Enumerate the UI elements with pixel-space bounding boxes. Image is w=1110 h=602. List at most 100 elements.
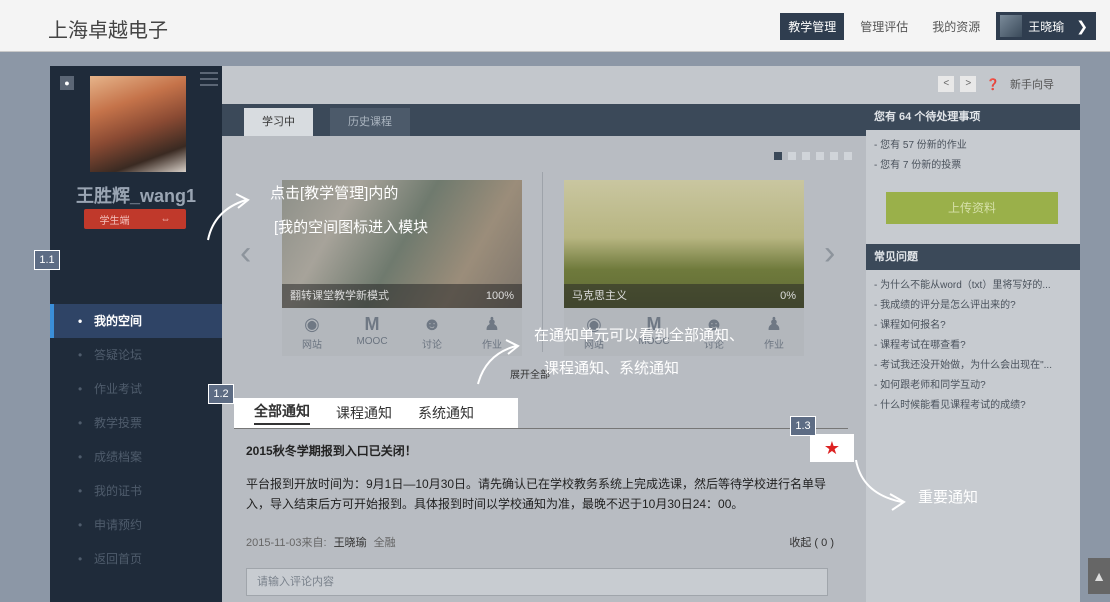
upload-button[interactable]: 上传资料 <box>886 192 1058 224</box>
notice-meta: 2015-11-03来自: 王晓瑜 全融 <box>246 534 396 550</box>
people-icon: ☻ <box>422 314 442 334</box>
annotation-1-1: 1.1 <box>34 250 60 270</box>
mooc-label: MOOC <box>356 336 388 347</box>
faq-item[interactable]: - 考试我还没开始做，为什么会出现在"... <box>874 356 1072 376</box>
faq-item[interactable]: - 课程如何报名? <box>874 316 1072 336</box>
carousel-dot[interactable] <box>788 152 796 160</box>
tab-system-notices[interactable]: 系统通知 <box>418 403 474 423</box>
homework-button[interactable]: ♟ 作业 <box>467 314 517 351</box>
user-icon: ♟ <box>765 314 783 334</box>
notice-body: 平台报到开放时间为：9月1日—10月30日。请先确认已在学校教务系统上完成选课，… <box>246 477 827 511</box>
tab-studying[interactable]: 学习中 <box>244 108 313 136</box>
course-progress: 0% <box>780 290 796 302</box>
help-icon[interactable]: ❓ <box>986 78 1000 91</box>
discuss-button[interactable]: ☻ 讨论 <box>407 314 457 351</box>
notice-title[interactable]: 2015秋冬学期报到入口已关闭！ <box>246 442 417 459</box>
nav-my-resources[interactable]: 我的资源 <box>924 13 988 40</box>
collapse-button[interactable]: 收起 ( 0 ) <box>789 534 834 550</box>
user-avatar <box>1000 15 1023 37</box>
chevron-down-icon: ❯ <box>1076 17 1088 34</box>
course-tabs: 学习中 历史课程 <box>222 104 866 136</box>
sidebar: ● 王胜辉_wang1 学生端 ⇔ 我的空间 答疑论坛 作业考试 教学投票 成绩… <box>50 66 222 602</box>
mooc-button[interactable]: M MOOC <box>347 314 397 351</box>
annotation-text-1a: 点击[教学管理]内的 <box>270 185 399 202</box>
carousel-next-icon[interactable]: › <box>824 234 835 273</box>
carousel-dots <box>774 152 852 160</box>
faq-item[interactable]: - 课程考试在哪查看? <box>874 336 1072 356</box>
carousel-dot[interactable] <box>802 152 810 160</box>
homework-label: 作业 <box>482 340 502 351</box>
globe-icon: ◉ <box>304 314 320 334</box>
annotation-1-2: 1.2 <box>208 384 234 404</box>
guide-link[interactable]: 新手向导 <box>1010 76 1054 92</box>
tab-course-notices[interactable]: 课程通知 <box>336 403 392 423</box>
faq-title: 常见问题 <box>866 244 1080 270</box>
sidebar-item-home[interactable]: 返回首页 <box>50 542 222 576</box>
pending-title: 您有 64 个待处理事项 <box>866 104 1080 130</box>
pending-item[interactable]: - 您有 57 份新的作业 <box>874 136 1072 156</box>
tab-all-notices[interactable]: 全部通知 <box>254 401 310 425</box>
mooc-icon: M <box>364 314 380 334</box>
person-icon[interactable]: ● <box>60 76 74 90</box>
role-label: 学生端 <box>99 215 130 227</box>
pending-list: - 您有 57 份新的作业 - 您有 7 份新的投票 <box>866 130 1080 182</box>
course-progress: 100% <box>485 290 514 302</box>
notice-scope: 全融 <box>373 537 396 549</box>
homework-button[interactable]: ♟ 作业 <box>749 314 799 351</box>
brand-title: 上海卓越电子 <box>48 20 168 42</box>
sidebar-menu: 我的空间 答疑论坛 作业考试 教学投票 成绩档案 我的证书 申请预约 返回首页 <box>50 270 222 576</box>
prev-button[interactable]: < <box>938 76 955 92</box>
role-badge[interactable]: 学生端 ⇔ <box>84 209 186 229</box>
website-label: 网站 <box>302 340 322 351</box>
faq-item[interactable]: - 什么时候能看见课程考试的成绩? <box>874 396 1072 416</box>
nav-management-evaluation[interactable]: 管理评估 <box>852 13 916 40</box>
sidebar-item-grade-archive[interactable]: 成绩档案 <box>50 440 222 474</box>
profile-avatar <box>90 76 186 172</box>
course-caption: 马克思主义 0% <box>564 284 804 308</box>
website-button[interactable]: ◉ 网站 <box>287 314 337 351</box>
switch-icon: ⇔ <box>160 213 171 225</box>
user-menu[interactable]: 王晓瑜 ❯ <box>996 12 1096 40</box>
sidebar-item-certificates[interactable]: 我的证书 <box>50 474 222 508</box>
pager: < > ❓ 新手向导 <box>938 76 1054 92</box>
comment-input[interactable]: 请输入评论内容 <box>246 568 828 596</box>
carousel-dot[interactable] <box>816 152 824 160</box>
course-caption: 翻转课堂教学新模式 100% <box>282 284 522 308</box>
carousel-prev-icon[interactable]: ‹ <box>240 234 251 273</box>
tab-history[interactable]: 历史课程 <box>330 108 410 136</box>
faq-item[interactable]: - 我成绩的评分是怎么评出来的? <box>874 296 1072 316</box>
sidebar-item-teaching-vote[interactable]: 教学投票 <box>50 406 222 440</box>
main-toolbar: < > ❓ 新手向导 <box>222 66 1080 104</box>
sidebar-item-homework-exam[interactable]: 作业考试 <box>50 372 222 406</box>
next-button[interactable]: > <box>960 76 977 92</box>
nav-teaching-management[interactable]: 教学管理 <box>780 12 845 40</box>
top-nav: 教学管理 管理评估 我的资源 王晓瑜 ❯ <box>780 12 1096 40</box>
notice-tabs: 全部通知 课程通知 系统通知 <box>234 398 518 428</box>
faq-list: - 为什么不能从word（txt）里将写好的... - 我成绩的评分是怎么评出来… <box>866 270 1080 422</box>
sidebar-item-qa-forum[interactable]: 答疑论坛 <box>50 338 222 372</box>
course-title: 翻转课堂教学新模式 <box>290 290 389 302</box>
my-space-highlight <box>48 266 228 302</box>
sidebar-item-appointment[interactable]: 申请预约 <box>50 508 222 542</box>
top-bar: 上海卓越电子 教学管理 管理评估 我的资源 王晓瑜 ❯ <box>0 0 1110 52</box>
annotation-text-3: 重要通知 <box>918 489 979 506</box>
sidebar-item-my-space[interactable]: 我的空间 <box>50 304 222 338</box>
annotation-1-3: 1.3 <box>790 416 816 436</box>
menu-icon[interactable] <box>200 72 218 88</box>
scroll-top-icon[interactable]: ▲ <box>1088 558 1110 594</box>
homework-label: 作业 <box>764 340 784 351</box>
faq-item[interactable]: - 为什么不能从word（txt）里将写好的... <box>874 276 1072 296</box>
notice-author[interactable]: 王晓瑜 <box>334 537 367 549</box>
carousel-dot[interactable] <box>830 152 838 160</box>
user-name: 王晓瑜 <box>1028 19 1065 34</box>
important-star-icon[interactable]: ★ <box>810 434 854 462</box>
discuss-label: 讨论 <box>422 340 442 351</box>
pending-item[interactable]: - 您有 7 份新的投票 <box>874 156 1072 176</box>
carousel-dot[interactable] <box>774 152 782 160</box>
carousel-dot[interactable] <box>844 152 852 160</box>
faq-item[interactable]: - 如何跟老师和同学互动? <box>874 376 1072 396</box>
notice-divider <box>234 428 848 429</box>
user-icon: ♟ <box>483 314 501 334</box>
notice-date: 2015-11-03来自: <box>246 537 327 549</box>
course-title: 马克思主义 <box>572 290 627 302</box>
